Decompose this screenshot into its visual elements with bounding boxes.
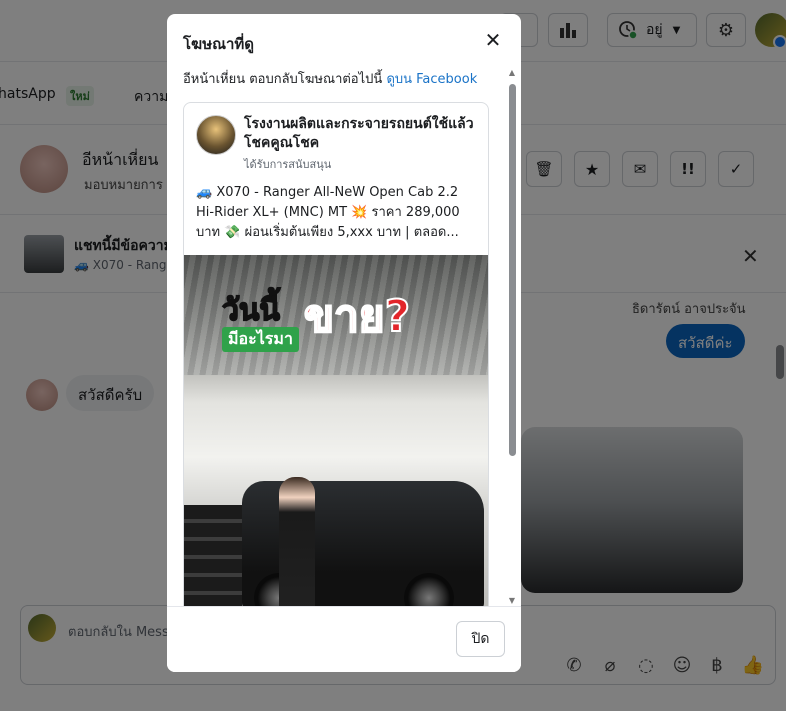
view-on-facebook-link[interactable]: ดูบน Facebook xyxy=(386,72,477,87)
close-button[interactable]: ปิด xyxy=(456,621,505,657)
dialog-title: โฆษณาที่ดู xyxy=(183,35,255,53)
image-headline-sell: ขาย? xyxy=(303,290,411,343)
dialog-body: อีหน้าเหี่ยน ตอบกลับโฆษณาต่อไปนี้ ดูบน F… xyxy=(167,64,521,606)
ad-viewed-dialog: โฆษณาที่ดู ✕ อีหน้าเหี่ยน ตอบกลับโฆษณาต่… xyxy=(167,14,521,672)
close-icon[interactable]: ✕ xyxy=(481,28,505,52)
intro-label: อีหน้าเหี่ยน ตอบกลับโฆษณาต่อไปนี้ xyxy=(183,72,383,87)
dialog-scroll-thumb[interactable] xyxy=(509,84,516,456)
dialog-footer: ปิด xyxy=(167,606,521,672)
image-tires xyxy=(184,505,242,606)
scroll-down-arrow-icon[interactable]: ▼ xyxy=(507,596,517,606)
image-person xyxy=(279,477,315,606)
page-name[interactable]: โรงงานผลิตและกระจายรถยนต์ใช้แล้ว โชคคูณโ… xyxy=(244,115,480,153)
scroll-up-arrow-icon[interactable]: ▲ xyxy=(507,68,517,78)
ad-text: 🚙 X070 - Ranger All-NeW Open Cab 2.2 Hi-… xyxy=(196,185,460,240)
ad-card: โรงงานผลิตและกระจายรถยนต์ใช้แล้ว โชคคูณโ… xyxy=(183,102,489,606)
page-avatar[interactable] xyxy=(196,115,236,155)
ad-image[interactable]: วันนี้ ขาย? มีอะไรมา xyxy=(184,255,488,606)
dialog-scrollbar[interactable]: ▲ ▼ xyxy=(507,68,517,606)
image-headline-what: มีอะไรมา xyxy=(222,327,299,352)
sponsored-label: ได้รับการสนับสนุน xyxy=(244,158,332,171)
intro-text: อีหน้าเหี่ยน ตอบกลับโฆษณาต่อไปนี้ ดูบน F… xyxy=(183,68,503,89)
